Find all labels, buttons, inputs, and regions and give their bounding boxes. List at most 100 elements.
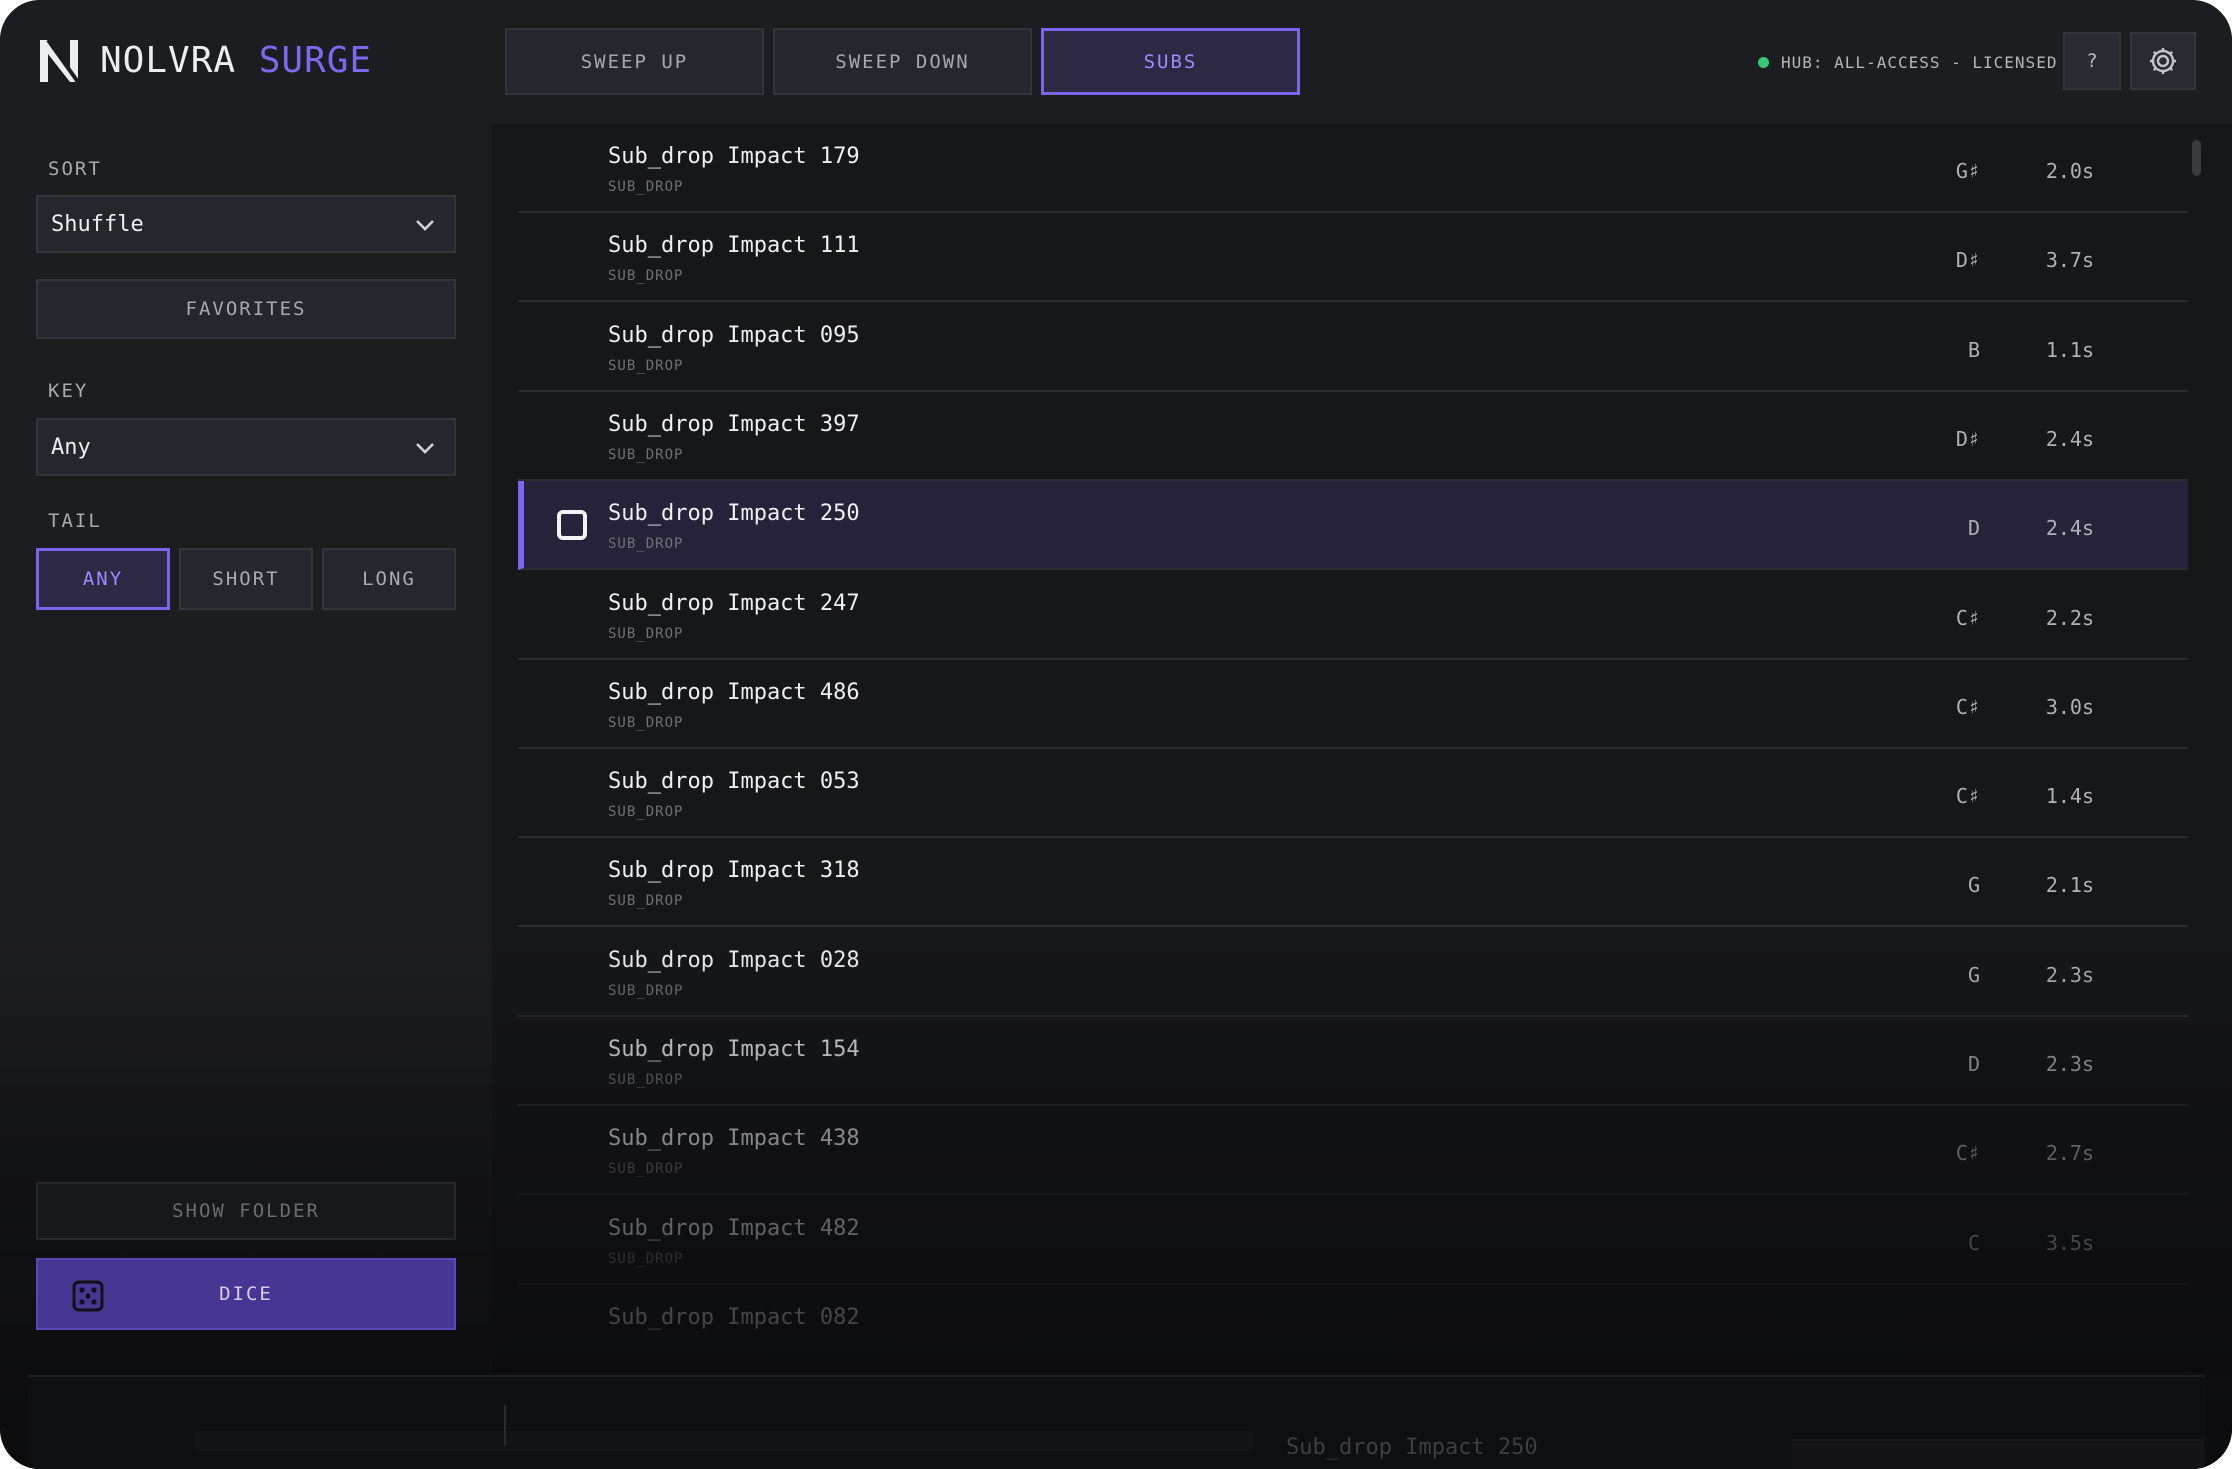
item-duration: 2.0s bbox=[2045, 159, 2094, 183]
transport-button[interactable] bbox=[1792, 1439, 2204, 1469]
sample-list[interactable]: Sub_drop Impact 179 SUB_DROP G♯ 2.0s Sub_dro… bbox=[492, 124, 2232, 1374]
item-key: C♯ bbox=[1955, 605, 1980, 630]
tab-sweep-up[interactable]: SWEEP UP bbox=[505, 28, 764, 95]
help-label: ? bbox=[2086, 50, 2098, 72]
item-name: Sub_drop Impact 247 bbox=[608, 590, 860, 616]
item-name: Sub_drop Impact 438 bbox=[608, 1126, 860, 1152]
item-category: SUB_DROP bbox=[608, 357, 684, 374]
brand-product: SURGE bbox=[258, 40, 373, 81]
list-item[interactable]: Sub_drop Impact 179 SUB_DROP G♯ 2.0s bbox=[518, 124, 2188, 213]
item-duration: 2.7s bbox=[2045, 1141, 2094, 1166]
item-category: SUB_DROP bbox=[608, 1161, 684, 1178]
playhead[interactable] bbox=[504, 1405, 506, 1445]
item-key: D bbox=[1967, 516, 1980, 541]
app-window: NOLVRA SURGE SWEEP UP SWEEP DOWN SUBS HU… bbox=[0, 0, 2232, 1469]
item-category: SUB_DROP bbox=[608, 1072, 684, 1088]
item-duration: 3.5s bbox=[2045, 1230, 2094, 1255]
item-category: SUB_DROP bbox=[608, 714, 684, 731]
item-duration: 2.3s bbox=[2045, 1052, 2094, 1076]
logo-icon bbox=[40, 38, 80, 84]
item-name: Sub_drop Impact 486 bbox=[608, 679, 860, 705]
item-key: C bbox=[1967, 1230, 1980, 1255]
item-category: SUB_DROP bbox=[608, 179, 684, 195]
item-key: C♯ bbox=[1955, 694, 1980, 719]
item-name: Sub_drop Impact 154 bbox=[608, 1037, 860, 1062]
tab-sweep-down[interactable]: SWEEP DOWN bbox=[773, 28, 1032, 95]
list-item[interactable]: Sub_drop Impact 247 SUB_DROP C♯ 2.2s bbox=[518, 571, 2188, 660]
chevron-down-icon bbox=[416, 443, 434, 454]
list-item[interactable]: Sub_drop Impact 028 SUB_DROP G 2.3s bbox=[518, 928, 2188, 1017]
item-category: SUB_DROP bbox=[608, 1250, 684, 1267]
list-item[interactable]: Sub_drop Impact 438 SUB_DROP C♯ 2.7s bbox=[518, 1106, 2188, 1196]
tail-label: TAIL bbox=[48, 510, 102, 532]
item-category: SUB_DROP bbox=[608, 446, 684, 463]
item-duration: 3.0s bbox=[2045, 694, 2094, 719]
item-category: SUB_DROP bbox=[608, 536, 684, 553]
sort-select[interactable]: Shuffle bbox=[36, 195, 456, 253]
tab-subs[interactable]: SUBS bbox=[1041, 28, 1300, 95]
sort-label: SORT bbox=[48, 158, 102, 180]
tail-long-button[interactable]: LONG bbox=[322, 548, 456, 610]
list-item[interactable]: Sub_drop Impact 397 SUB_DROP D♯ 2.4s bbox=[518, 392, 2188, 481]
help-button[interactable]: ? bbox=[2063, 32, 2121, 90]
item-name: Sub_drop Impact 250 bbox=[608, 501, 860, 527]
item-key: D bbox=[1967, 1052, 1980, 1076]
waveform[interactable] bbox=[194, 1431, 1254, 1451]
item-key: G bbox=[1967, 873, 1980, 898]
item-name: Sub_drop Impact 318 bbox=[608, 858, 860, 884]
show-folder-button[interactable]: SHOW FOLDER bbox=[36, 1182, 456, 1240]
item-key: C♯ bbox=[1955, 1141, 1980, 1166]
list-item[interactable]: Sub_drop Impact 053 SUB_DROP C♯ 1.4s bbox=[518, 749, 2188, 839]
item-name: Sub_drop Impact 095 bbox=[608, 322, 860, 348]
dice-button[interactable]: DICE bbox=[36, 1258, 456, 1330]
item-duration: 2.4s bbox=[2045, 426, 2094, 451]
key-value: Any bbox=[51, 434, 91, 460]
dice-icon bbox=[72, 1280, 104, 1312]
transport-bar: Sub_drop Impact 250 bbox=[28, 1375, 2206, 1469]
tail-any-button[interactable]: ANY bbox=[36, 548, 170, 610]
list-item[interactable]: Sub_drop Impact 482 SUB_DROP C 3.5s bbox=[518, 1196, 2188, 1285]
dice-label: DICE bbox=[219, 1283, 273, 1305]
item-duration: 2.4s bbox=[2045, 516, 2094, 541]
item-key: B bbox=[1967, 337, 1980, 362]
item-duration: 2.3s bbox=[2045, 962, 2094, 987]
item-category: SUB_DROP bbox=[608, 982, 684, 999]
key-label: KEY bbox=[48, 380, 89, 402]
list-item-selected[interactable]: Sub_drop Impact 250 SUB_DROP D 2.4s bbox=[518, 481, 2188, 571]
key-select[interactable]: Any bbox=[36, 418, 456, 476]
gear-icon bbox=[2150, 48, 2176, 74]
item-key: G bbox=[1967, 962, 1980, 987]
scrollbar-thumb[interactable] bbox=[2192, 140, 2201, 176]
tail-short-button[interactable]: SHORT bbox=[179, 548, 313, 610]
item-duration: 2.1s bbox=[2045, 873, 2094, 898]
now-playing-name: Sub_drop Impact 250 bbox=[1286, 1435, 1538, 1460]
brand-title: NOLVRA SURGE bbox=[100, 36, 372, 86]
item-duration: 3.7s bbox=[2045, 248, 2094, 273]
list-item[interactable]: Sub_drop Impact 318 SUB_DROP G 2.1s bbox=[518, 838, 2188, 928]
settings-button[interactable] bbox=[2130, 32, 2196, 90]
item-name: Sub_drop Impact 053 bbox=[608, 769, 860, 795]
item-name: Sub_drop Impact 082 bbox=[608, 1304, 860, 1330]
sort-value: Shuffle bbox=[51, 211, 144, 237]
list-item[interactable]: Sub_drop Impact 111 SUB_DROP D♯ 3.7s bbox=[518, 213, 2188, 303]
header: NOLVRA SURGE SWEEP UP SWEEP DOWN SUBS HU… bbox=[0, 0, 2232, 124]
stop-icon[interactable] bbox=[557, 510, 587, 541]
item-category: SUB_DROP bbox=[608, 804, 684, 821]
item-key: D♯ bbox=[1955, 248, 1980, 273]
list-item[interactable]: Sub_drop Impact 486 SUB_DROP C♯ 3.0s bbox=[518, 660, 2188, 749]
list-item[interactable]: Sub_drop Impact 082 bbox=[518, 1285, 2188, 1374]
item-category: SUB_DROP bbox=[608, 893, 684, 910]
item-key: D♯ bbox=[1955, 426, 1980, 451]
item-name: Sub_drop Impact 397 bbox=[608, 411, 860, 437]
item-duration: 1.1s bbox=[2045, 337, 2094, 362]
item-category: SUB_DROP bbox=[608, 625, 684, 642]
brand-name: NOLVRA bbox=[100, 40, 237, 81]
hub-status-text: HUB: ALL-ACCESS - LICENSED bbox=[1781, 52, 2058, 72]
list-item[interactable]: Sub_drop Impact 154 SUB_DROP D 2.3s bbox=[518, 1017, 2188, 1106]
list-item[interactable]: Sub_drop Impact 095 SUB_DROP B 1.1s bbox=[518, 303, 2188, 392]
item-category: SUB_DROP bbox=[608, 268, 684, 285]
item-duration: 2.2s bbox=[2045, 605, 2094, 630]
item-name: Sub_drop Impact 482 bbox=[608, 1215, 860, 1241]
item-key: G♯ bbox=[1955, 159, 1980, 183]
favorites-button[interactable]: FAVORITES bbox=[36, 279, 456, 339]
